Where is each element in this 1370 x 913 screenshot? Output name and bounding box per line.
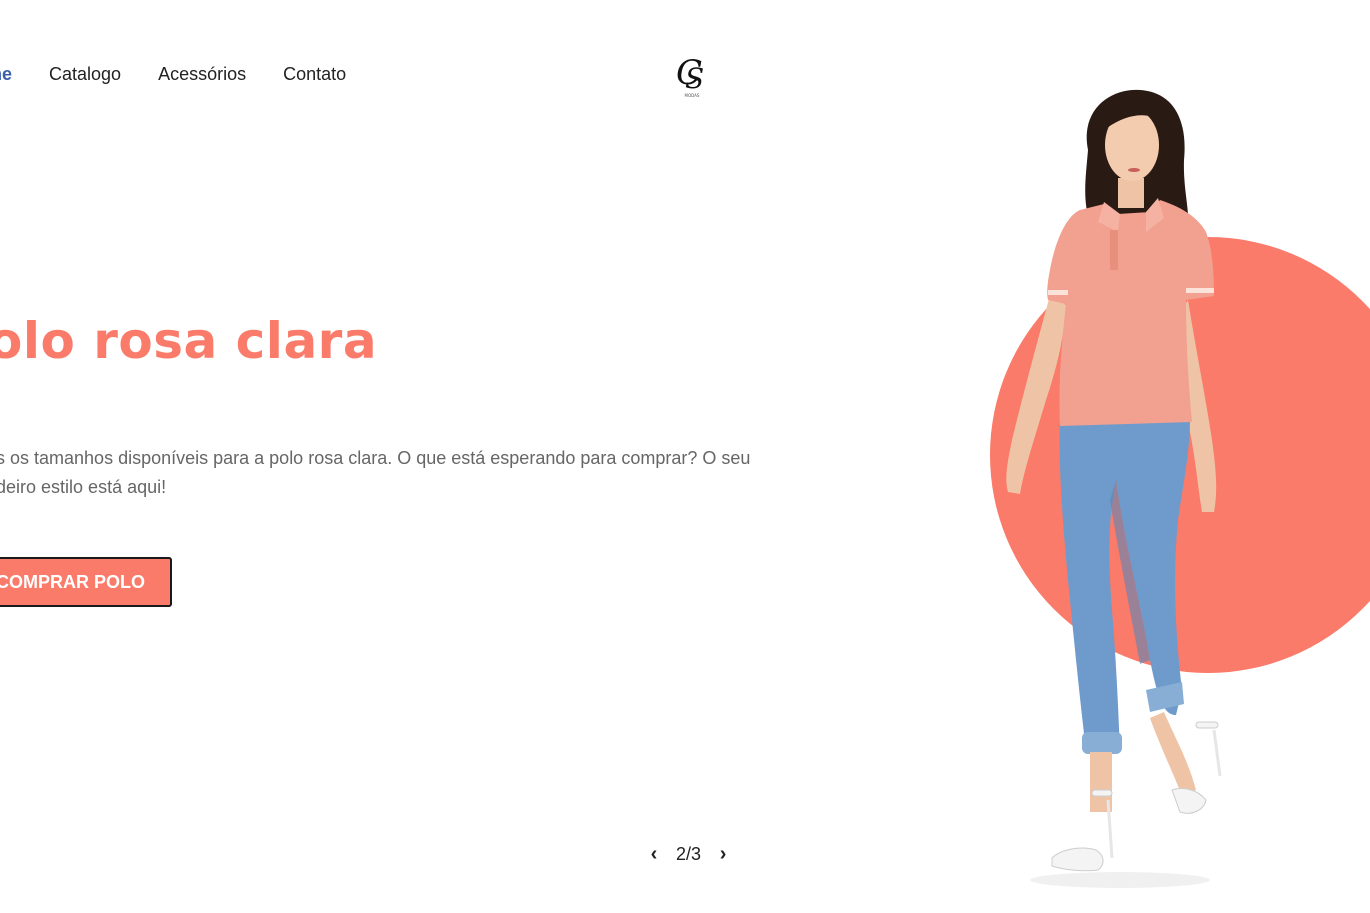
logo-mark-icon: C S MODAS — [676, 53, 704, 98]
main-nav: me Catalogo Acessórios Contato — [0, 64, 383, 85]
hero-description: os os tamanhos disponíveis para a polo r… — [0, 444, 786, 502]
hero-title: olo rosa clara — [0, 312, 378, 370]
slide-indicator: 2/3 — [676, 843, 702, 864]
accent-circle — [990, 237, 1370, 673]
brand-logo[interactable]: C S MODAS — [672, 52, 712, 100]
nav-item-acessorios[interactable]: Acessórios — [158, 64, 246, 85]
hero-description-line-1: os os tamanhos disponíveis para a polo r… — [0, 448, 751, 468]
svg-text:S: S — [685, 62, 704, 95]
chevron-right-icon[interactable]: › — [715, 840, 731, 868]
hero-description-line-2: adeiro estilo está aqui! — [0, 477, 167, 497]
nav-item-contato[interactable]: Contato — [283, 64, 346, 85]
chevron-left-icon[interactable]: ‹ — [646, 840, 662, 868]
svg-text:MODAS: MODAS — [685, 93, 700, 98]
model-figure — [1006, 89, 1222, 888]
buy-polo-button[interactable]: COMPRAR POLO — [0, 557, 172, 607]
slider-navigation: ‹ 2/3 › — [646, 840, 731, 868]
nav-item-catalogo[interactable]: Catalogo — [49, 64, 121, 85]
landing-page: me Catalogo Acessórios Contato C S MODAS… — [0, 0, 1370, 913]
nav-item-home[interactable]: me — [0, 64, 12, 85]
